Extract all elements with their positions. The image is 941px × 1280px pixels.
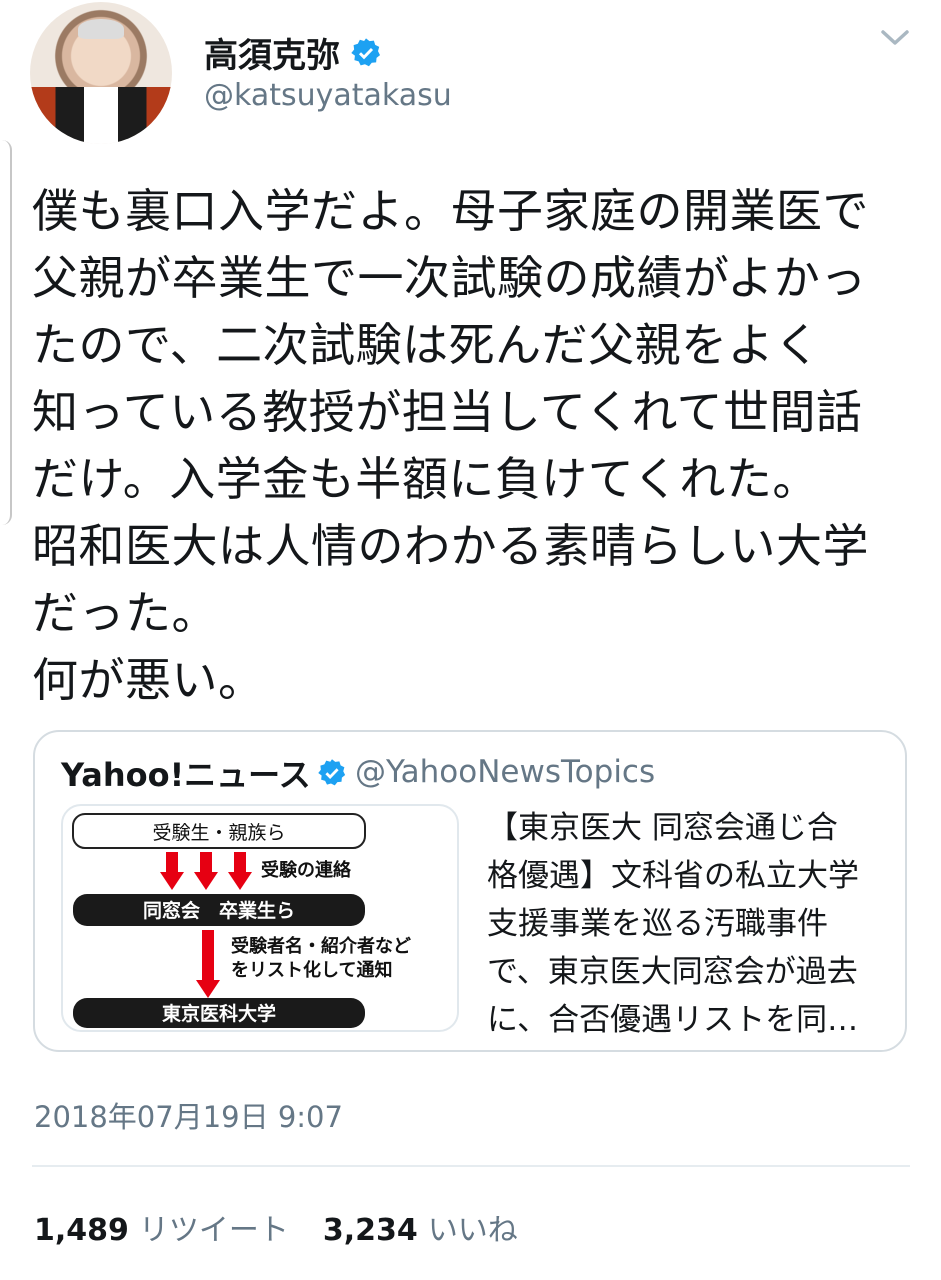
tweet-line: 父親が卒業生で一次試験の成績がよかっ: [32, 251, 867, 305]
retweet-label[interactable]: リツイート: [139, 1205, 289, 1249]
tweet-timestamp[interactable]: 2018年07月19日 9:07: [34, 1094, 343, 1136]
diagram-arrow1-label: 受験の連絡: [261, 859, 352, 881]
verified-badge-icon: [317, 759, 345, 786]
arrow-down-icon: [196, 930, 220, 998]
quoted-media-diagram[interactable]: 受験生・親族ら 受験の連絡 同窓会 卒業生ら 受験者名・紹介者など をリスト化し…: [61, 804, 459, 1032]
chevron-down-icon[interactable]: [880, 26, 910, 50]
retweet-count[interactable]: 1,489: [34, 1213, 129, 1248]
author-name-row[interactable]: 高須克弥: [204, 28, 382, 77]
tweet-line: 知っている教授が担当してくれて世間話: [32, 385, 863, 439]
left-edge-handle: [0, 140, 12, 525]
like-label[interactable]: いいね: [428, 1205, 518, 1249]
quoted-author-handle: @YahooNewsTopics: [355, 754, 656, 790]
quoted-text-line: で、東京医大同窓会が過去: [487, 954, 858, 990]
diagram-middle-label: 同窓会 卒業生ら: [143, 899, 295, 922]
quoted-tweet-text: 【東京医大 同窓会通じ合 格優遇】文科省の私立大学 支援事業を巡る汚職事件 で、…: [487, 804, 897, 1044]
tweet-stats: 1,489 リツイート 3,234 いいね: [34, 1205, 518, 1249]
author-handle[interactable]: @katsuyatakasu: [204, 78, 452, 113]
tweet-line: たので、二次試験は死んだ父親をよく: [32, 318, 821, 372]
quoted-text-line: 支援事業を巡る汚職事件: [487, 906, 828, 942]
tweet-line: だった。: [32, 586, 218, 640]
quoted-text-line: に、合否優遇リストを同…: [487, 1002, 859, 1038]
verified-badge-icon: [351, 37, 380, 66]
tweet-line: 昭和医大は人情のわかる素晴らしい大学: [32, 519, 869, 573]
diagram-arrow2-label-1: 受験者名・紹介者など: [231, 935, 411, 957]
diagram-graphic: 受験生・親族ら 受験の連絡 同窓会 卒業生ら 受験者名・紹介者など をリスト化し…: [72, 813, 411, 1028]
quoted-text-line: 【東京医大 同窓会通じ合: [487, 810, 838, 846]
quoted-text-line: 格優遇】文科省の私立大学: [487, 858, 859, 894]
quoted-author-name: Yahoo!ニュース: [61, 756, 311, 794]
divider: [32, 1165, 910, 1167]
quoted-author-row: Yahoo!ニュース: [61, 750, 347, 796]
tweet-line: 何が悪い。: [32, 653, 265, 707]
tweet-line: 僕も裏口入学だよ。母子家庭の開業医で: [32, 184, 869, 238]
quoted-tweet-card[interactable]: Yahoo!ニュース @YahooNewsTopics 受験生・親族ら 受験の連…: [33, 730, 907, 1052]
author-avatar[interactable]: [30, 2, 172, 144]
tweet-text: 僕も裏口入学だよ。母子家庭の開業医で 父親が卒業生で一次試験の成績がよかっ たの…: [32, 178, 932, 714]
diagram-top-label: 受験生・親族ら: [152, 822, 285, 844]
diagram-arrow2-label-2: をリスト化して通知: [231, 959, 392, 981]
like-count[interactable]: 3,234: [323, 1213, 418, 1248]
author-name[interactable]: 高須克弥: [204, 28, 340, 77]
tweet-line: だけ。入学金も半額に負けてくれた。: [32, 452, 819, 506]
arrow-down-icon: [160, 852, 252, 890]
diagram-bottom-label: 東京医科大学: [162, 1002, 276, 1025]
